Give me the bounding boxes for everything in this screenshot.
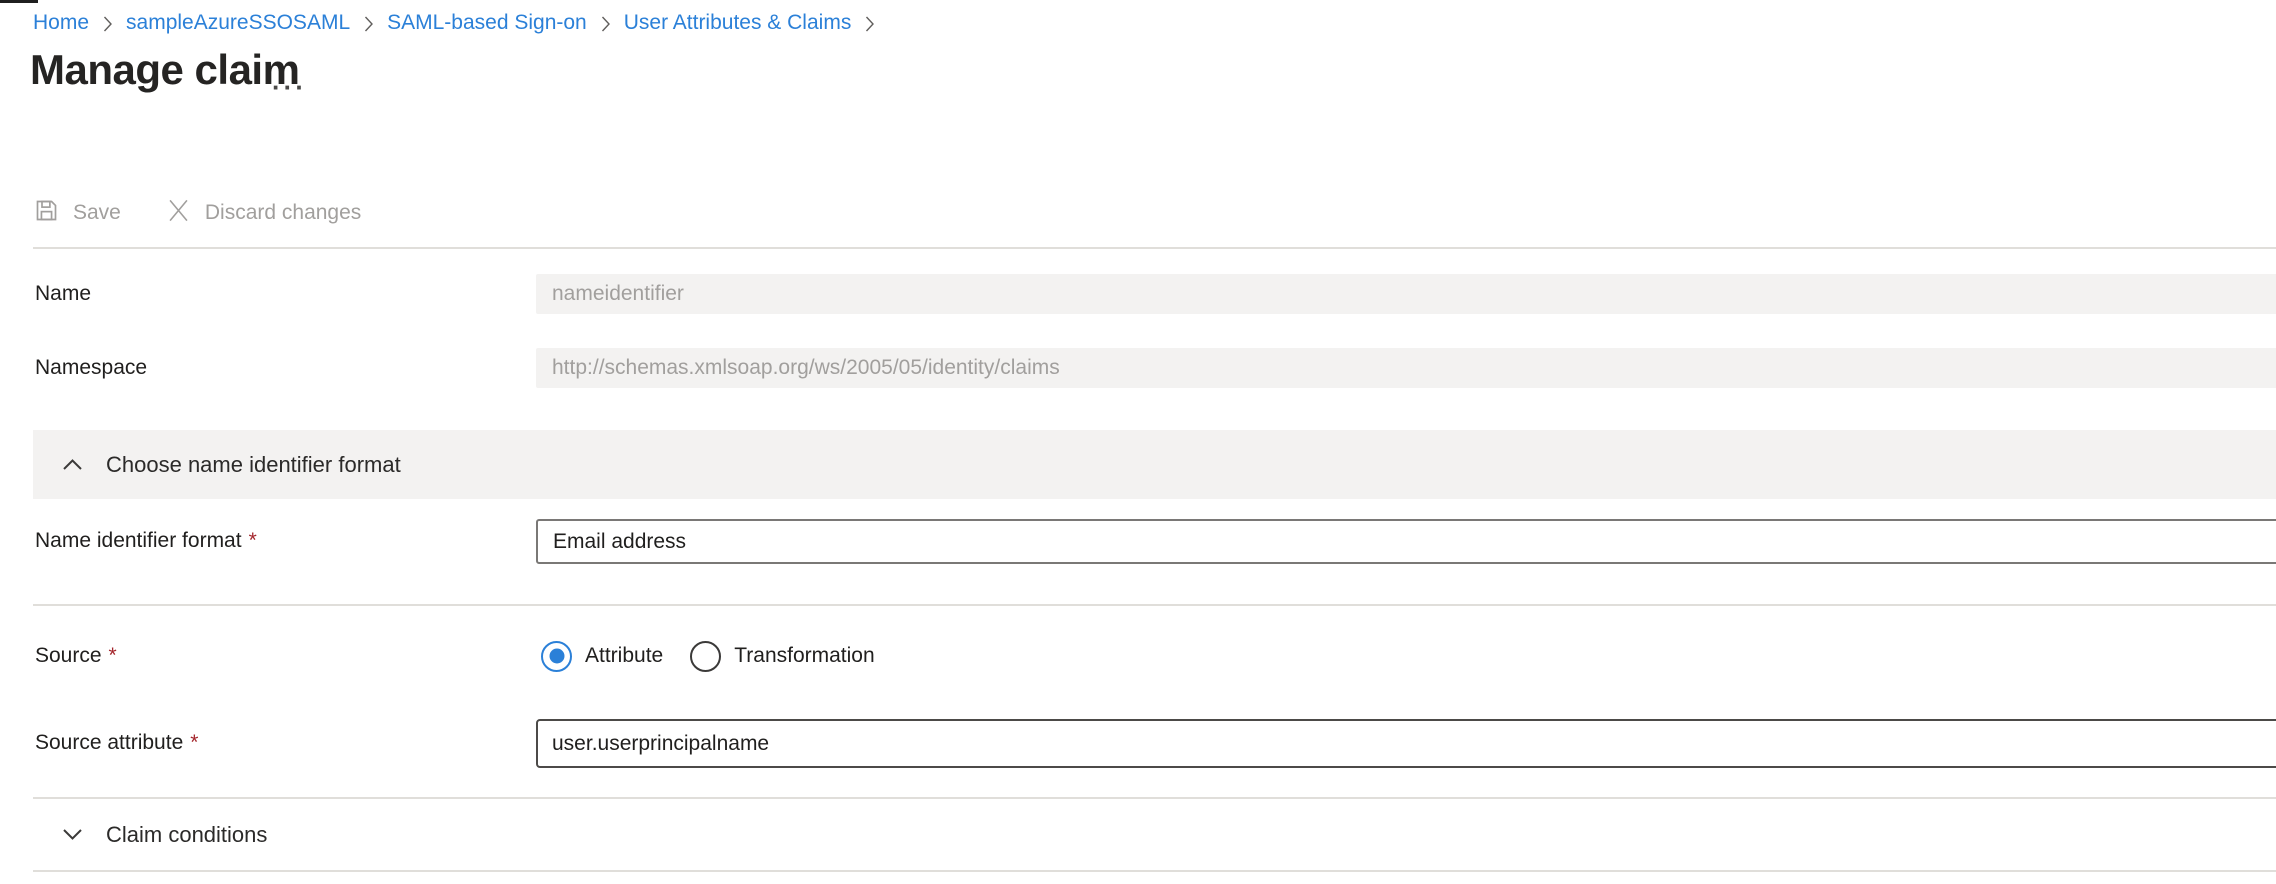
row-divider	[33, 870, 2276, 872]
chevron-up-icon	[62, 458, 83, 471]
chevron-right-icon	[864, 15, 875, 33]
command-bar: Save Discard changes	[33, 195, 361, 231]
section-title: Choose name identifier format	[106, 452, 401, 478]
transformation-radio-label[interactable]: Transformation	[734, 644, 874, 668]
namespace-field-wrap	[536, 348, 2276, 388]
page-title: Manage claim	[30, 45, 299, 95]
save-button[interactable]: Save	[33, 197, 121, 230]
claim-conditions-section[interactable]: Claim conditions	[33, 799, 2276, 870]
name-field-wrap	[536, 274, 2276, 314]
chevron-down-icon	[62, 828, 83, 841]
choose-name-identifier-format-section[interactable]: Choose name identifier format	[33, 430, 2276, 499]
source-attribute-label: Source attribute *	[35, 730, 198, 756]
more-options-button[interactable]: ···	[272, 74, 307, 100]
attribute-radio-label[interactable]: Attribute	[585, 644, 663, 668]
selected-option: Email address	[553, 530, 686, 554]
required-asterisk: *	[109, 644, 117, 667]
source-attribute-input[interactable]	[536, 719, 2276, 768]
chevron-right-icon	[600, 15, 611, 33]
required-asterisk: *	[249, 529, 257, 552]
name-identifier-format-label: Name identifier format *	[35, 528, 257, 554]
breadcrumb: Home sampleAzureSSOSAML SAML-based Sign-…	[33, 10, 875, 36]
toolbar-divider	[33, 247, 2276, 249]
discard-changes-label: Discard changes	[205, 201, 361, 225]
transformation-radio[interactable]	[690, 641, 721, 672]
breadcrumb-saml-signon[interactable]: SAML-based Sign-on	[387, 10, 587, 36]
name-label: Name	[35, 281, 91, 307]
screenshot-edge-artifact	[0, 0, 38, 3]
name-identifier-format-select[interactable]: Email address	[536, 519, 2276, 564]
attribute-radio[interactable]	[541, 641, 572, 672]
name-input	[536, 274, 2276, 314]
row-divider	[33, 604, 2276, 606]
close-icon	[165, 197, 192, 230]
label-text: Source	[35, 644, 102, 667]
breadcrumb-home[interactable]: Home	[33, 10, 89, 36]
discard-changes-button[interactable]: Discard changes	[165, 197, 361, 230]
label-text: Name identifier format	[35, 529, 242, 552]
required-asterisk: *	[190, 731, 198, 754]
section-title: Claim conditions	[106, 822, 267, 848]
breadcrumb-app[interactable]: sampleAzureSSOSAML	[126, 10, 350, 36]
chevron-right-icon	[102, 15, 113, 33]
source-radio-group: Attribute Transformation	[541, 640, 875, 672]
chevron-right-icon	[363, 15, 374, 33]
source-attribute-field-wrap	[536, 719, 2276, 768]
namespace-input	[536, 348, 2276, 388]
save-icon	[33, 197, 60, 230]
namespace-label: Namespace	[35, 355, 147, 381]
save-label: Save	[73, 201, 121, 225]
source-label: Source *	[35, 643, 117, 669]
label-text: Source attribute	[35, 731, 183, 754]
breadcrumb-user-attributes-claims[interactable]: User Attributes & Claims	[624, 10, 852, 36]
